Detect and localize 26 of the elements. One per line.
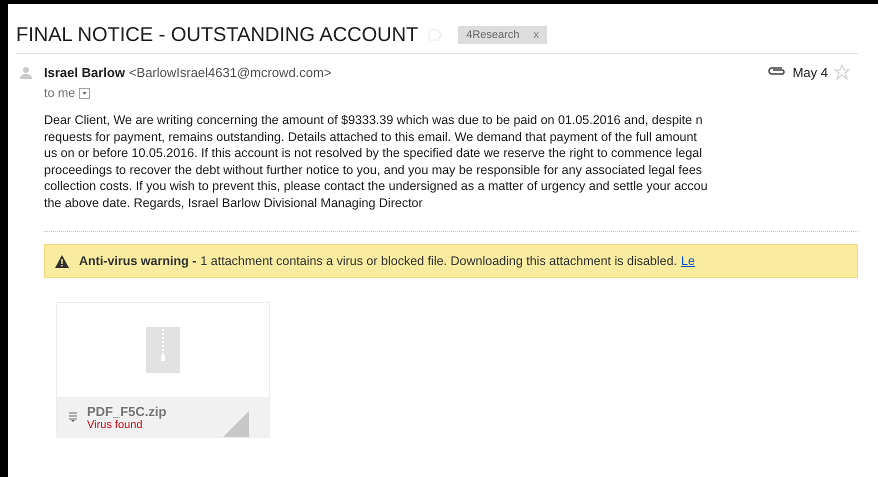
- body-text-line: the above date. Regards, Israel Barlow Divisional Managing Director: [44, 194, 424, 211]
- warning-icon: [55, 254, 69, 268]
- warning-text: 1 attachment contains a virus or blocked file. Downloading this attachment is disabled.: [200, 254, 678, 268]
- attachment-name: PDF_F5C.zip: [87, 404, 166, 418]
- body-text-line: us on or before 10.05.2016. If this account is not resolved by the specified date we reserve the right to commence legal: [44, 145, 704, 162]
- recipient-text: to me: [44, 86, 76, 100]
- body-text-line: proceedings to recover the debt without further notice to you, and you may be responsible for any associated legal fees: [44, 162, 704, 178]
- label-tag[interactable]: 4Research x: [458, 26, 547, 44]
- dropdown-icon[interactable]: [79, 88, 90, 98]
- body-text-line: Dear Client, We are writing concerning the amount of $9333.39 which was due to be paid on 01.05.2016 and, despite n: [44, 112, 704, 128]
- virus-status: Virus found: [87, 418, 142, 430]
- learn-more-link[interactable]: Le: [681, 254, 695, 268]
- warning-title: Anti-virus warning -: [79, 254, 196, 268]
- attachment-card[interactable]: PDF_F5C.zip Virus found: [56, 302, 270, 438]
- body-text-line: collection costs. If you wish to prevent this, please contact the undersigned as a matter of urgency and settle your accou: [44, 178, 709, 194]
- sender-name: Israel Barlow: [44, 64, 125, 80]
- zip-file-icon: [146, 327, 180, 373]
- paperclip-icon: [766, 67, 787, 77]
- star-icon[interactable]: [834, 64, 850, 80]
- page-fold-icon: [223, 411, 249, 437]
- sender-email: <BarlowIsrael4631@mcrowd.com>: [128, 64, 332, 80]
- email-subject: FINAL NOTICE - OUTSTANDING ACCOUNT: [16, 24, 418, 46]
- avatar-icon: [18, 64, 34, 80]
- menu-icon[interactable]: [69, 412, 77, 422]
- message-date: May 4: [792, 64, 828, 80]
- body-text-line: requests for payment, remains outstanding. Details attached to this email. We demand that payment of the full amount: [44, 128, 698, 145]
